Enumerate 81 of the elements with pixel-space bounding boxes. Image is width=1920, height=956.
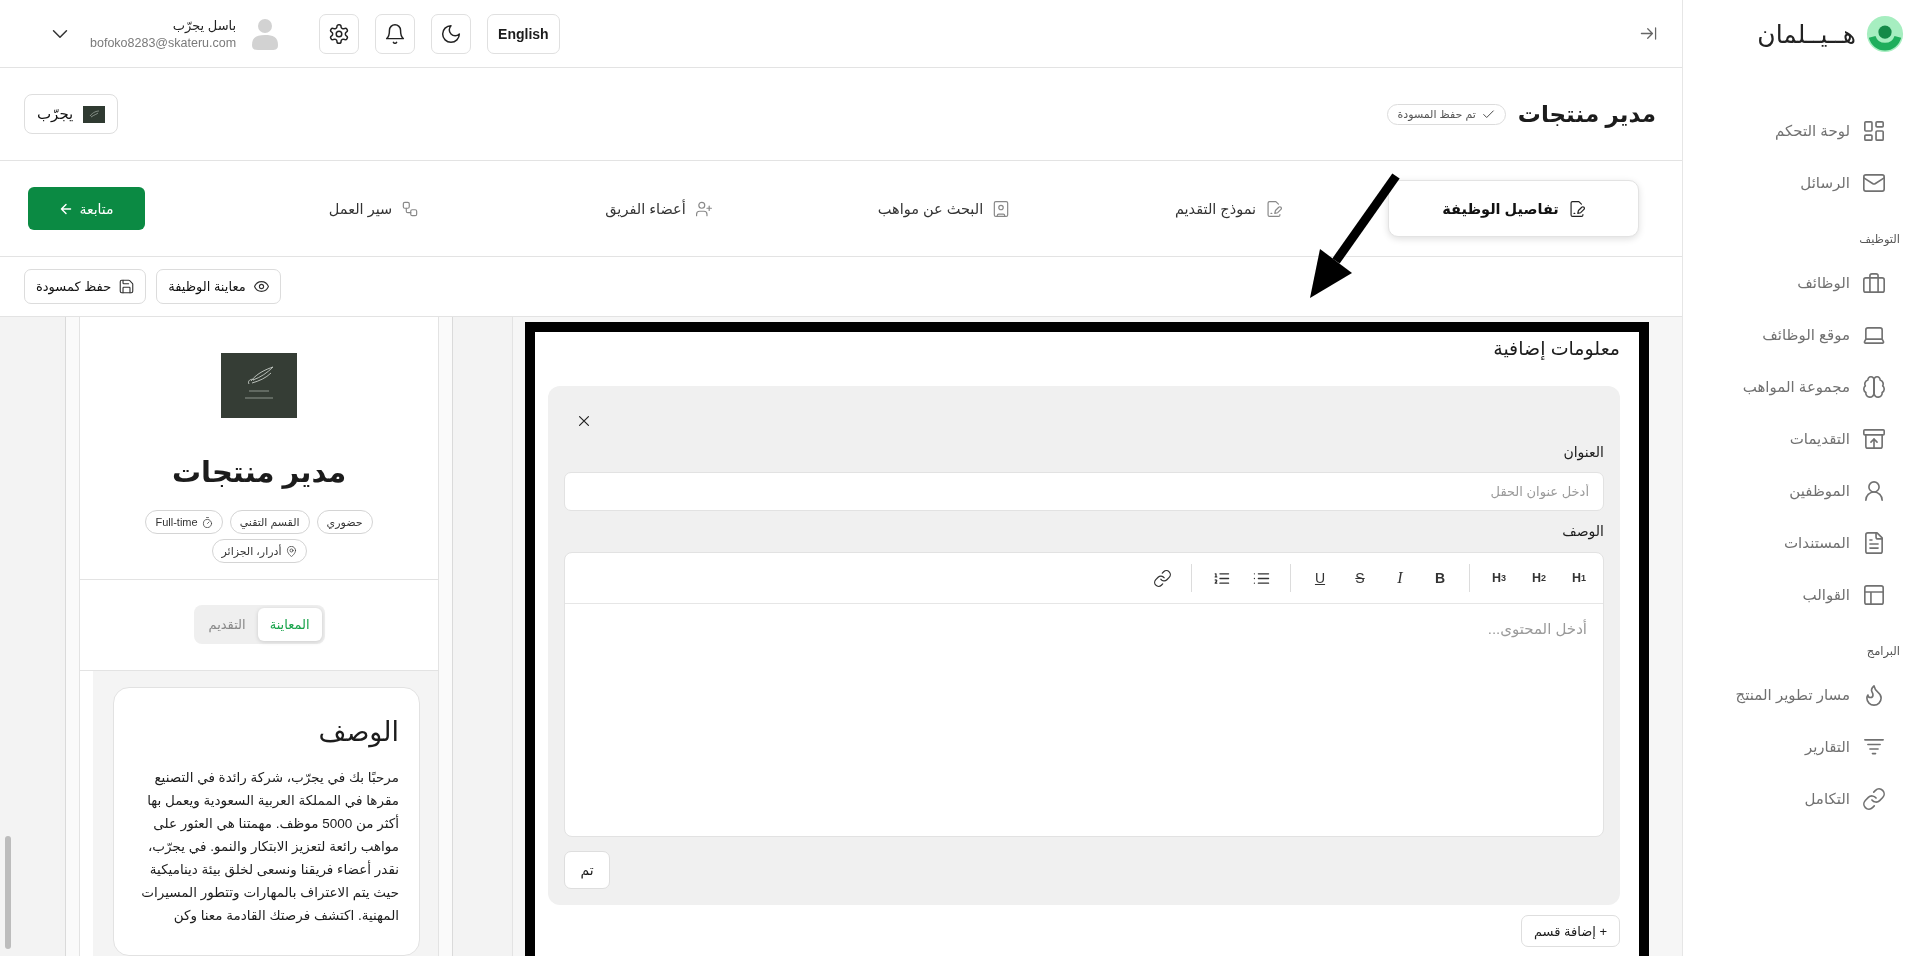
nav-item[interactable]: مجموعة المواهب xyxy=(1691,361,1912,413)
briefcase-icon xyxy=(1863,272,1885,294)
add-section-button[interactable]: + إضافة قسم xyxy=(1520,915,1620,947)
company-button[interactable]: يجرّب xyxy=(24,94,119,134)
preview-button[interactable]: معاينة الوظيفة xyxy=(156,269,281,304)
logo-text: هــيــلمان xyxy=(1757,19,1856,49)
nav-item[interactable]: الوظائف xyxy=(1691,257,1912,309)
step-tab[interactable]: البحث عن مواهب xyxy=(818,180,1069,237)
settings-button[interactable] xyxy=(319,13,360,54)
link-icon xyxy=(1863,788,1885,810)
workflow-icon xyxy=(402,200,419,217)
contact-card-icon xyxy=(993,200,1010,217)
scrollbar-thumb[interactable] xyxy=(5,836,11,949)
document-pen-icon xyxy=(1568,200,1585,217)
theme-button[interactable] xyxy=(431,13,472,54)
step-tab[interactable]: أعضاء الفريق xyxy=(533,180,784,237)
content-field[interactable]: أدخل المحتوى... xyxy=(565,604,1603,836)
nav-item[interactable]: التقديمات xyxy=(1691,413,1912,465)
italic-button[interactable]: I xyxy=(1385,563,1415,593)
tag-label: أدرار، الجزائر xyxy=(221,544,282,558)
logo-thumbnail-drawing xyxy=(83,105,106,123)
description-heading: الوصف xyxy=(317,716,399,750)
save-draft-button[interactable]: حفظ كمسودة xyxy=(24,269,147,304)
close-icon xyxy=(576,413,592,429)
sidebar-toggle-button[interactable] xyxy=(1640,25,1657,42)
user-plus-icon xyxy=(695,200,712,217)
step-tab[interactable]: تفاصيل الوظيفة xyxy=(1388,180,1639,237)
tag-label: القسم التقني xyxy=(239,515,300,529)
done-button[interactable]: تم xyxy=(564,851,610,889)
user-name: باسل يجرّب xyxy=(172,17,237,33)
arrow-left-icon xyxy=(59,201,74,216)
pin-icon xyxy=(285,545,297,557)
laptop-icon xyxy=(1863,324,1885,346)
nav-item[interactable]: لوحة التحكم xyxy=(1691,105,1912,157)
nav-section-title: التوظيف xyxy=(1858,232,1901,248)
field-label: الوصف xyxy=(1562,522,1604,541)
field-label: العنوان xyxy=(1563,443,1604,462)
tag-label: Full-time xyxy=(155,516,198,528)
job-title: مدير منتجات xyxy=(171,455,347,491)
underline-button[interactable]: U xyxy=(1305,563,1335,593)
avatar-icon xyxy=(252,17,279,50)
gear-icon xyxy=(329,23,350,44)
nav-item[interactable]: مسار تطوير المنتج xyxy=(1691,669,1912,721)
grid-icon xyxy=(1863,120,1885,142)
envelope-icon xyxy=(1863,172,1885,194)
section-title: معلومات إضافية xyxy=(1492,337,1620,362)
user-email: bofoko8283@skateru.com xyxy=(90,35,237,50)
nav-item[interactable]: التقارير xyxy=(1691,721,1912,773)
arrow-to-line-icon xyxy=(1640,25,1657,42)
nav-item[interactable]: التكامل xyxy=(1691,773,1912,825)
user-icon xyxy=(1863,480,1885,502)
description-text: مرحبًا بك في يجرّب، شركة رائدة في التصنيع مقرها في المملكة العربية السعودية ويعمل بها أكثر من 5000 موظف. مهمتنا هي العثور على مواهب رائعة لتعزيز الابتكار والنمو. في يجرّب، نقدر أعضاء فريقنا ونسعى لخلق بيئة ديناميكية حيث يتم الاعتراف بالمهارات وتتطور المسيرات المهنية. اكتشف فرصتك القادمة معنا وكن xyxy=(140,769,399,926)
nav-item[interactable]: الموظفين xyxy=(1691,465,1912,517)
strikethrough-button[interactable]: S xyxy=(1345,563,1375,593)
nav-item[interactable]: القوالب xyxy=(1691,569,1912,621)
nav-item[interactable]: المستندات xyxy=(1691,517,1912,569)
link-icon xyxy=(1153,569,1171,587)
bell-icon xyxy=(385,23,406,44)
document-icon xyxy=(1863,532,1885,554)
step-tab[interactable]: سير العمل xyxy=(248,180,499,237)
brain-icon xyxy=(1863,376,1885,398)
page-title: مدير منتجات xyxy=(1517,100,1656,128)
nav-item[interactable]: الرسائل xyxy=(1691,157,1912,209)
step-tab[interactable]: نموذج التقديم xyxy=(1103,180,1354,237)
document-pen-icon xyxy=(1266,200,1283,217)
check-icon xyxy=(1481,107,1495,121)
language-button[interactable]: English xyxy=(487,13,560,54)
logo-icon xyxy=(1866,15,1904,53)
notifications-button[interactable] xyxy=(375,13,416,54)
continue-button[interactable]: متابعة xyxy=(28,187,145,230)
tag-label: حضوري xyxy=(326,515,363,529)
status-label: تم حفظ المسودة xyxy=(1397,107,1476,121)
layout-icon xyxy=(1863,584,1885,606)
bold-button[interactable]: B xyxy=(1425,563,1455,593)
moon-icon xyxy=(441,23,462,44)
nav-item[interactable]: موقع الوظائف xyxy=(1691,309,1912,361)
flame-icon xyxy=(1863,684,1885,706)
nav-section-title: البرامج xyxy=(1865,644,1901,660)
timer-icon xyxy=(201,516,213,528)
eye-icon xyxy=(253,279,269,294)
upload-box-icon xyxy=(1863,428,1885,450)
